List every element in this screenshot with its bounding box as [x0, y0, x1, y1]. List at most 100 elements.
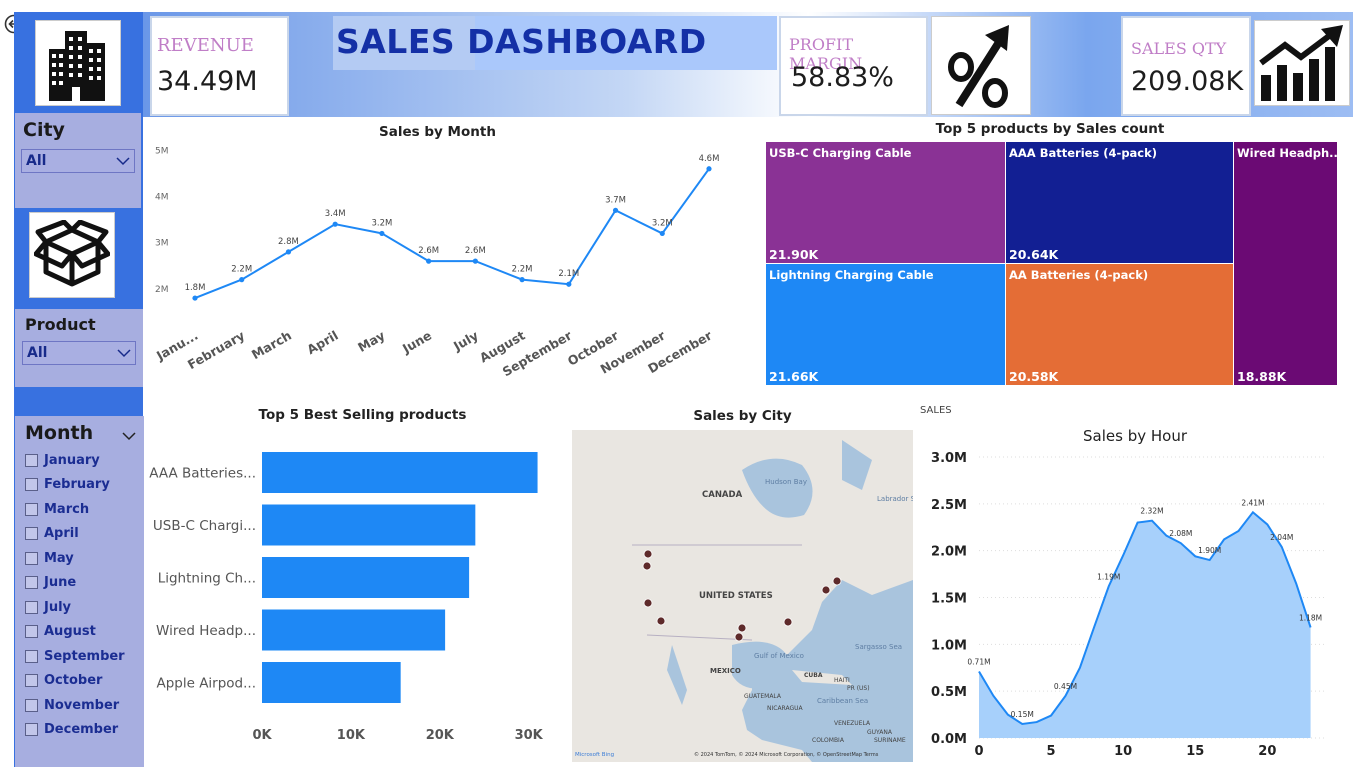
- product-dropdown[interactable]: All: [22, 341, 136, 365]
- x-tick-label: July: [450, 328, 481, 354]
- treemap-title: Top 5 products by Sales count: [935, 121, 1165, 137]
- map-bing-logo: Microsoft Bing: [575, 752, 614, 758]
- map-city-marker[interactable]: [643, 549, 653, 559]
- bar-category-label: USB-C Chargi...: [153, 518, 256, 534]
- data-point[interactable]: [239, 277, 245, 283]
- x-tick-label: 0: [974, 744, 983, 759]
- month-option-february[interactable]: February: [15, 473, 144, 498]
- data-label: 3.2M: [371, 218, 392, 228]
- month-option-september[interactable]: September: [15, 644, 144, 669]
- data-label: 2.2M: [512, 265, 533, 275]
- sales-by-city-title: Sales by City: [693, 408, 792, 424]
- month-option-august[interactable]: August: [15, 620, 144, 645]
- month-option-october[interactable]: October: [15, 669, 144, 694]
- checkbox[interactable]: [25, 576, 38, 590]
- sales-by-hour-title: Sales by Hour: [1083, 427, 1187, 445]
- sales-by-city-map[interactable]: CANADA UNITED STATES MEXICO CUBA Hudson …: [572, 430, 913, 762]
- map-city-marker[interactable]: [737, 623, 747, 633]
- treemap-cell[interactable]: AAA Batteries (4-pack) 20.64K: [1006, 142, 1233, 263]
- data-point[interactable]: [706, 166, 712, 172]
- y-tick-label: 2.0M: [931, 545, 967, 560]
- map-city-marker[interactable]: [643, 598, 653, 608]
- map-city-marker[interactable]: [734, 632, 744, 642]
- checkbox[interactable]: [25, 502, 38, 516]
- treemap-cell-value: 21.66K: [769, 369, 819, 384]
- product-slicer-title: Product: [25, 315, 96, 334]
- y-tick-label: 2M: [155, 285, 169, 295]
- treemap-cell[interactable]: Wired Headph... 18.88K: [1234, 142, 1337, 385]
- data-point[interactable]: [519, 277, 525, 283]
- month-option-june[interactable]: June: [15, 571, 144, 596]
- map-label-canada: CANADA: [702, 490, 743, 500]
- checkbox[interactable]: [25, 625, 38, 639]
- checkbox[interactable]: [25, 551, 38, 565]
- city-dropdown[interactable]: All: [21, 149, 135, 173]
- bar[interactable]: [262, 557, 470, 598]
- checkbox[interactable]: [25, 600, 38, 614]
- month-option-january[interactable]: January: [15, 448, 144, 473]
- month-option-december[interactable]: December: [15, 718, 144, 743]
- city-slicer-title: City: [23, 119, 65, 141]
- month-option-april[interactable]: April: [15, 522, 144, 547]
- growth-chart-icon: [1254, 20, 1350, 106]
- sales-qty-card: SALES QTY 209.08K: [1121, 16, 1251, 116]
- month-option-march[interactable]: March: [15, 497, 144, 522]
- data-label: 1.90M: [1198, 546, 1221, 555]
- bar[interactable]: [262, 452, 538, 493]
- data-point[interactable]: [379, 230, 385, 237]
- checkbox[interactable]: [25, 453, 38, 467]
- map-city-marker[interactable]: [783, 617, 793, 627]
- treemap-cell[interactable]: USB-C Charging Cable 21.90K: [766, 142, 1005, 263]
- checkbox[interactable]: [25, 674, 38, 688]
- map-city-marker[interactable]: [656, 616, 666, 626]
- data-label: 0.45M: [1054, 682, 1077, 691]
- treemap-cell[interactable]: Lightning Charging Cable 21.66K: [766, 264, 1005, 385]
- bar[interactable]: [262, 504, 476, 546]
- map-city-marker[interactable]: [821, 585, 831, 595]
- y-tick-label: 5M: [155, 146, 169, 156]
- revenue-label: REVENUE: [157, 35, 254, 56]
- y-tick-label: 4M: [155, 192, 169, 202]
- data-point[interactable]: [192, 295, 198, 301]
- checkbox[interactable]: [25, 723, 38, 737]
- month-option-may[interactable]: May: [15, 546, 144, 571]
- data-point[interactable]: [285, 249, 292, 255]
- treemap-cell[interactable]: AA Batteries (4-pack) 20.58K: [1006, 264, 1233, 385]
- map-city-marker[interactable]: [642, 561, 652, 571]
- data-point[interactable]: [472, 258, 478, 264]
- chevron-down-icon: [116, 154, 130, 170]
- data-point[interactable]: [566, 281, 572, 287]
- month-option-label: October: [44, 673, 103, 689]
- x-tick-label: June: [399, 328, 434, 357]
- bar-category-label: Lightning Ch...: [158, 571, 256, 587]
- x-tick-label: 20: [1258, 744, 1276, 759]
- data-label: 1.18M: [1299, 613, 1322, 622]
- checkbox[interactable]: [25, 649, 38, 663]
- checkbox[interactable]: [25, 698, 38, 712]
- month-option-november[interactable]: November: [15, 693, 144, 718]
- month-option-label: April: [44, 526, 79, 542]
- city-slicer: City All: [15, 113, 141, 208]
- revenue-value: 34.49M: [157, 66, 258, 97]
- checkbox[interactable]: [25, 478, 38, 492]
- data-point[interactable]: [332, 221, 338, 227]
- treemap-cell-name: USB-C Charging Cable: [769, 146, 912, 160]
- bar[interactable]: [262, 609, 446, 651]
- chevron-down-icon[interactable]: [122, 426, 136, 445]
- product-slicer: Product All: [15, 309, 143, 387]
- y-tick-label: 0.5M: [931, 685, 967, 700]
- sales-qty-label: SALES QTY: [1131, 39, 1227, 58]
- data-label: 2.8M: [278, 237, 299, 247]
- data-point[interactable]: [659, 230, 665, 237]
- treemap-cell-name: Lightning Charging Cable: [769, 268, 934, 282]
- profit-margin-card: PROFIT MARGIN 58.83%: [779, 16, 928, 116]
- sales-by-month-chart: 2M3M4M5M1.8MJanu...2.2MFebruary2.8MMarch…: [153, 146, 719, 379]
- data-point[interactable]: [612, 207, 619, 213]
- data-label: 0.71M: [967, 657, 990, 666]
- map-city-marker[interactable]: [832, 576, 842, 586]
- box-icon: [29, 212, 115, 298]
- bar[interactable]: [262, 662, 401, 703]
- checkbox[interactable]: [25, 527, 38, 541]
- month-option-july[interactable]: July: [15, 595, 144, 620]
- data-point[interactable]: [426, 258, 432, 264]
